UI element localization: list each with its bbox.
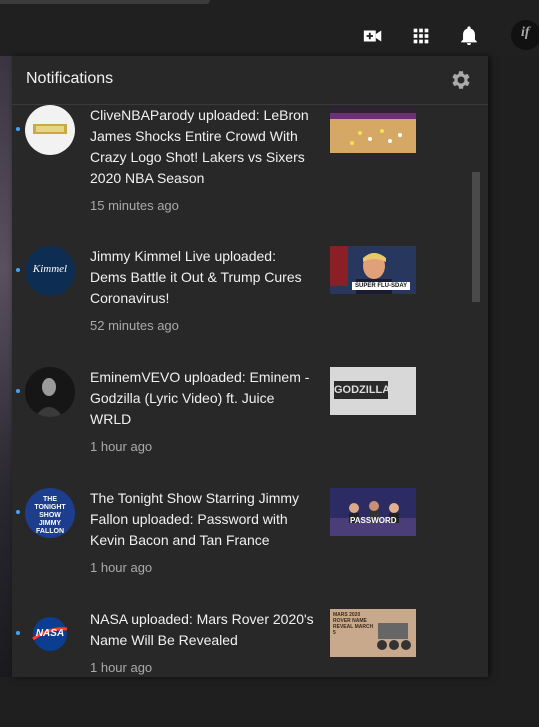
notification-time: 1 hour ago	[90, 660, 153, 675]
unread-dot	[16, 389, 20, 393]
notification-text: EminemVEVO uploaded: Eminem - Godzilla (…	[90, 369, 310, 427]
unread-dot	[16, 631, 20, 635]
basketball-court-thumbnail	[330, 105, 416, 153]
notification-item[interactable]: EminemVEVO uploaded: Eminem - Godzilla (…	[12, 367, 472, 485]
notification-item[interactable]: THE TONIGHT SHOW JIMMY FALLON The Tonigh…	[12, 488, 472, 606]
channel-avatar[interactable]: NASA	[25, 609, 75, 659]
channel-avatar[interactable]	[25, 105, 75, 155]
eminem-portrait-icon	[25, 367, 75, 417]
channel-logo-icon	[33, 124, 67, 134]
search-bar-edge	[0, 0, 210, 4]
thumbnail-caption: PASSWORD	[350, 516, 397, 525]
notification-time: 1 hour ago	[90, 560, 153, 575]
notification-text: Jimmy Kimmel Live uploaded: Dems Battle …	[90, 248, 302, 306]
notification-item[interactable]: NASA NASA uploaded: Mars Rover 2020's Na…	[12, 609, 472, 727]
notification-time: 52 minutes ago	[90, 318, 179, 333]
channel-avatar[interactable]	[25, 367, 75, 417]
thumbnail-caption: SUPER FLU-SDAY	[352, 282, 411, 290]
tonight-show-thumbnail	[330, 488, 416, 536]
top-bar: if	[0, 0, 539, 56]
video-thumbnail[interactable]: MARS 2020 ROVER NAME REVEAL MARCH 5	[330, 609, 416, 657]
notification-text: The Tonight Show Starring Jimmy Fallon u…	[90, 490, 300, 548]
notification-item[interactable]: Kimmel Jimmy Kimmel Live uploaded: Dems …	[12, 246, 472, 364]
notifications-panel: Notifications CliveNBAParody uploaded: L…	[12, 56, 488, 677]
unread-dot	[16, 510, 20, 514]
notification-text: CliveNBAParody uploaded: LeBron James Sh…	[90, 107, 309, 186]
notification-time: 1 hour ago	[90, 439, 153, 454]
video-thumbnail[interactable]: PASSWORD	[330, 488, 416, 536]
thumbnail-caption: GODZILLA	[334, 381, 390, 399]
video-thumbnail[interactable]: GODZILLA	[330, 367, 416, 415]
gear-icon[interactable]	[448, 68, 472, 92]
notifications-header: Notifications	[12, 56, 488, 105]
channel-avatar[interactable]: THE TONIGHT SHOW JIMMY FALLON	[25, 488, 75, 538]
unread-dot	[16, 268, 20, 272]
channel-avatar[interactable]: Kimmel	[25, 246, 75, 296]
page-background-edge	[0, 50, 12, 677]
notification-text: NASA uploaded: Mars Rover 2020's Name Wi…	[90, 611, 314, 648]
scrollbar[interactable]	[472, 172, 480, 302]
channel-avatar-label: THE TONIGHT SHOW JIMMY FALLON	[34, 496, 66, 535]
channel-avatar-label: Kimmel	[32, 263, 68, 275]
thumbnail-caption: MARS 2020 ROVER NAME REVEAL MARCH 5	[333, 612, 374, 636]
unread-dot	[16, 127, 20, 131]
bell-icon[interactable]	[458, 25, 480, 47]
apps-grid-icon[interactable]	[410, 25, 432, 47]
notification-time: 15 minutes ago	[90, 198, 179, 213]
channel-avatar-label: NASA	[35, 628, 65, 639]
account-avatar-glyph: if	[521, 25, 530, 40]
account-avatar[interactable]: if	[511, 20, 539, 50]
create-video-icon[interactable]	[362, 25, 384, 47]
notification-item[interactable]: CliveNBAParody uploaded: LeBron James Sh…	[12, 105, 472, 223]
video-thumbnail[interactable]: SUPER FLU-SDAY	[330, 246, 416, 294]
panel-title: Notifications	[26, 70, 114, 87]
video-thumbnail[interactable]	[330, 105, 416, 153]
